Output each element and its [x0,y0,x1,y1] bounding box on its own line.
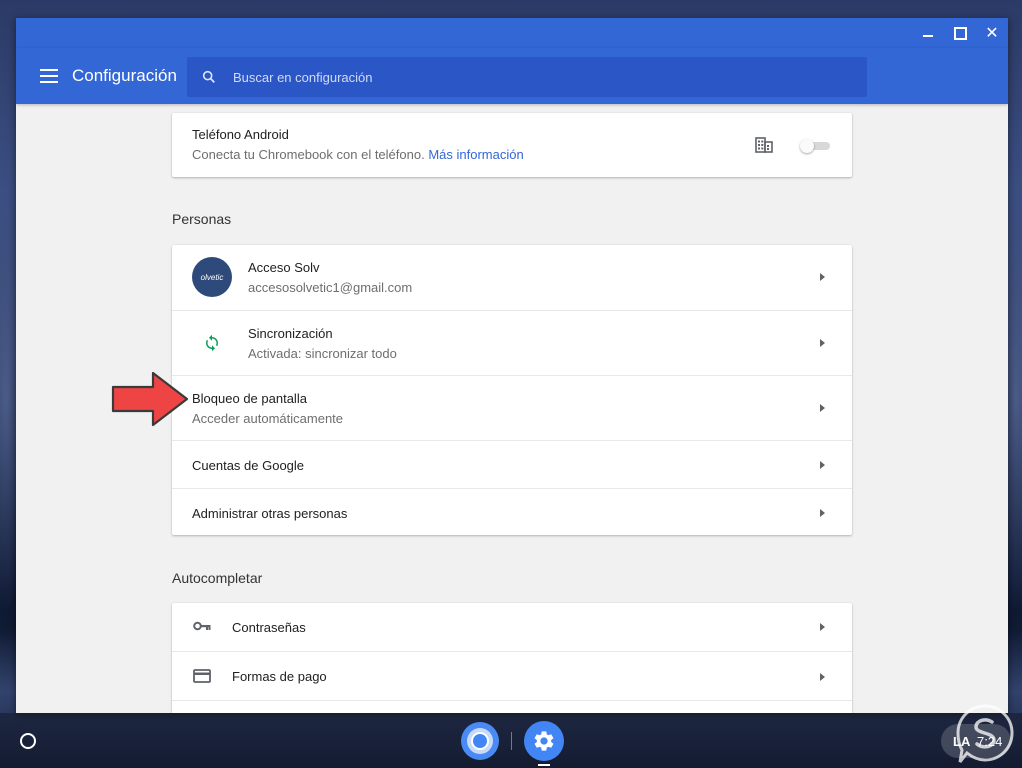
window-titlebar: ✕ [16,18,1008,48]
android-phone-title: Teléfono Android [192,127,289,142]
payment-methods-label: Formas de pago [232,669,327,684]
close-button[interactable]: ✕ [982,23,1002,43]
sync-title: Sincronización [248,326,333,341]
enterprise-building-icon [755,137,773,153]
google-accounts-label: Cuentas de Google [192,458,305,473]
toggle-knob [800,139,814,153]
settings-app-button[interactable] [524,721,564,761]
more-info-link[interactable]: Más información [428,147,523,162]
maximize-button[interactable] [950,23,970,43]
avatar-text: olvetic [200,272,224,282]
chevron-right-icon [820,673,825,681]
section-title-autocompletar: Autocompletar [172,570,263,586]
list-item-manage-people[interactable]: Administrar otras personas [172,488,852,535]
search-icon [202,70,215,83]
launcher-button[interactable] [20,733,36,749]
key-icon [193,621,211,631]
manage-people-label: Administrar otras personas [192,506,348,521]
settings-window: ✕ Configuración Teléfono Android Conecta… [16,18,1008,713]
chevron-right-icon [820,461,825,469]
list-item-partial [172,700,852,713]
chevron-right-icon [820,339,825,347]
list-item-account[interactable]: olvetic Acceso Solv accesosolvetic1@gmai… [172,245,852,310]
chrome-icon[interactable] [460,721,500,761]
chevron-right-icon [820,404,825,412]
settings-icon [534,731,554,751]
shelf-divider [511,732,512,750]
android-toggle[interactable] [800,139,830,153]
android-phone-card: Teléfono Android Conecta tu Chromebook c… [172,113,852,177]
list-item-google-accounts[interactable]: Cuentas de Google [172,440,852,488]
chevron-right-icon [820,509,825,517]
screen-lock-title: Bloqueo de pantalla [192,391,307,406]
screen-lock-status: Acceder automáticamente [192,411,344,426]
autocompletar-card: Contraseñas Formas de pago [172,603,852,713]
section-title-personas: Personas [172,211,232,227]
sync-status: Activada: sincronizar todo [248,346,397,361]
list-item-sync[interactable]: Sincronización Activada: sincronizar tod… [172,310,852,375]
chevron-right-icon [820,273,825,281]
settings-toolbar: Configuración [16,48,1008,104]
avatar: olvetic [192,257,232,297]
chevron-right-icon [820,623,825,631]
list-item-screen-lock[interactable]: Bloqueo de pantalla Acceder automáticame… [172,375,852,440]
page-title: Configuración [72,66,177,85]
red-arrow-annotation [111,371,189,427]
credit-card-icon [193,669,211,683]
passwords-label: Contraseñas [232,620,306,635]
android-phone-description: Conecta tu Chromebook con el teléfono. M… [192,147,524,162]
android-description-text: Conecta tu Chromebook con el teléfono. [192,147,425,162]
list-item-passwords[interactable]: Contraseñas [172,603,852,651]
watermark-logo [956,704,1014,763]
system-shelf: LA 7:24 [0,713,1022,768]
active-app-indicator [538,764,550,766]
hamburger-menu-icon[interactable] [40,69,58,83]
personas-card: olvetic Acceso Solv accesosolvetic1@gmai… [172,245,852,535]
sync-icon [206,334,218,352]
minimize-button[interactable] [918,23,938,43]
account-email: accesosolvetic1@gmail.com [248,280,413,295]
account-name: Acceso Solv [248,260,320,275]
list-item-payment-methods[interactable]: Formas de pago [172,651,852,700]
search-input[interactable] [233,57,853,97]
search-box[interactable] [187,57,867,97]
